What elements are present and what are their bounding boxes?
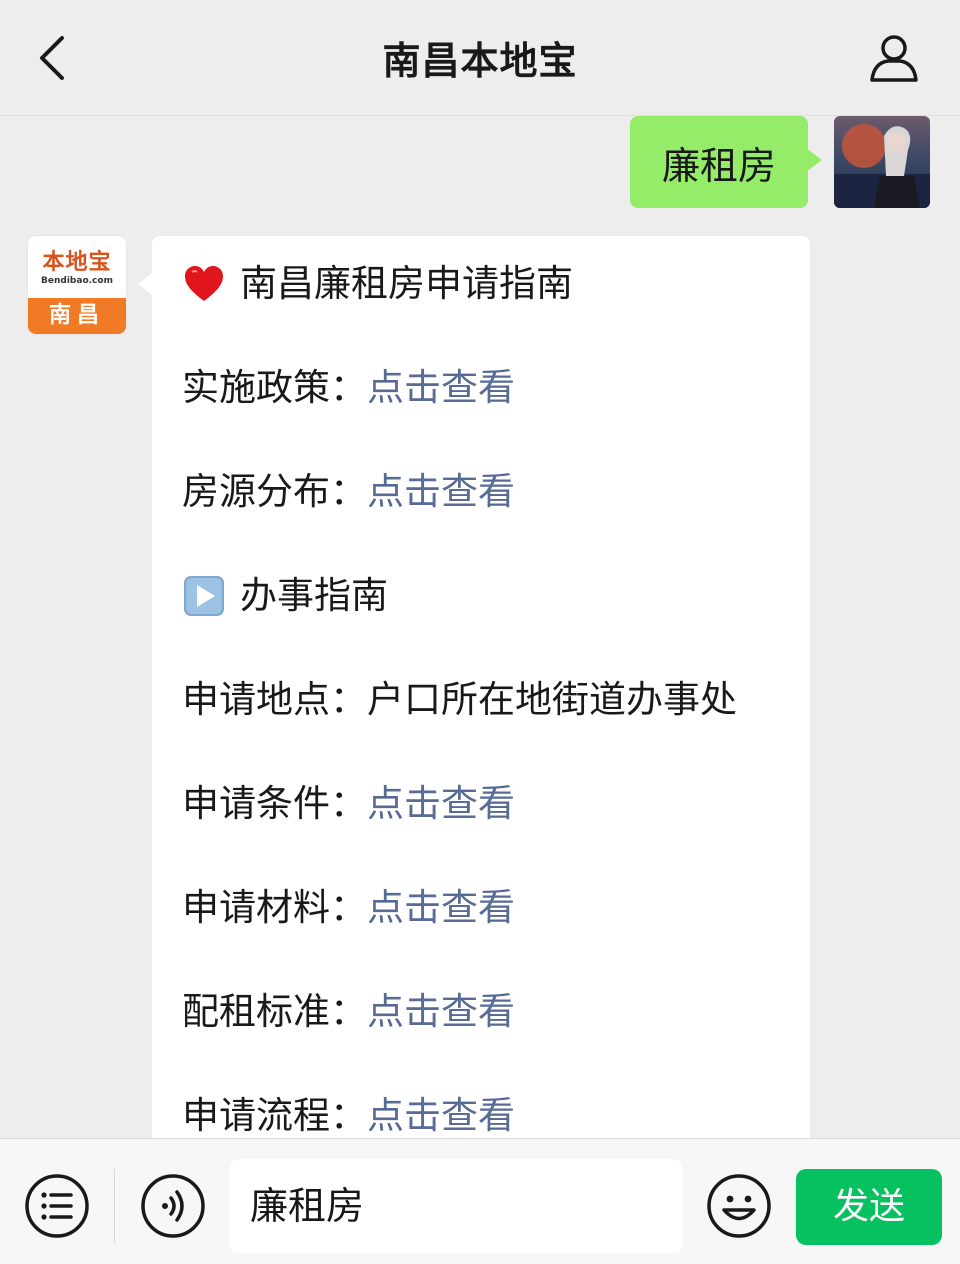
view-link-policy[interactable]: 点击查看	[367, 362, 515, 414]
logo-city: 南昌	[28, 298, 126, 334]
view-link-conditions[interactable]: 点击查看	[367, 778, 515, 830]
voice-icon	[141, 1174, 205, 1238]
chat-header: 南昌本地宝	[0, 0, 960, 116]
view-link-process[interactable]: 点击查看	[367, 1090, 515, 1138]
view-link-materials[interactable]: 点击查看	[367, 882, 515, 934]
logo-text: 本地宝	[42, 250, 112, 275]
row-label: 配租标准：	[182, 990, 367, 1033]
sent-message-text: 廉租房	[661, 143, 776, 188]
view-link-distribution[interactable]: 点击查看	[367, 466, 515, 518]
row-label: 申请条件：	[182, 782, 367, 825]
sent-message-bubble[interactable]: 廉租房	[630, 116, 822, 208]
voice-button[interactable]	[140, 1173, 206, 1239]
list-item-conditions: 申请条件： 点击查看	[182, 778, 810, 882]
menu-button[interactable]	[24, 1173, 90, 1239]
location-value: 户口所在地街道办事处	[367, 678, 737, 721]
row-label: 申请地点：	[182, 678, 367, 721]
send-button[interactable]: 发送	[796, 1169, 942, 1245]
heart-emoji-icon	[182, 262, 226, 306]
play-button-emoji-icon	[182, 574, 226, 618]
person-icon	[870, 35, 918, 82]
input-bar: 廉租房 发送	[0, 1138, 960, 1264]
section-guide-title: 办事指南	[240, 574, 388, 617]
list-item-housing-distribution: 房源分布： 点击查看	[182, 466, 810, 570]
view-link-rent-standard[interactable]: 点击查看	[367, 986, 515, 1038]
list-item-rent-standard: 配租标准： 点击查看	[182, 986, 810, 1090]
list-item-process: 申请流程： 点击查看	[182, 1090, 810, 1138]
avatar-image	[834, 124, 930, 208]
list-item-policy: 实施政策： 点击查看	[182, 362, 810, 466]
emoji-button[interactable]	[706, 1173, 772, 1239]
row-label: 房源分布：	[182, 470, 367, 513]
reply-title: 南昌廉租房申请指南	[240, 262, 573, 305]
reply-title-row: 南昌廉租房申请指南	[182, 258, 810, 362]
divider	[114, 1169, 115, 1243]
smiley-icon	[707, 1174, 771, 1238]
logo-subtext: Bendibao.com	[41, 276, 113, 286]
chat-area[interactable]: 廉租房 本地宝 Bendibao.com 南昌 南昌廉租房申请指南 实施政策： …	[0, 116, 960, 1138]
bendibao-avatar[interactable]: 本地宝 Bendibao.com 南昌	[28, 236, 126, 334]
reply-message-bubble: 南昌廉租房申请指南 实施政策： 点击查看 房源分布： 点击查看 办事指南 申请地…	[138, 236, 810, 1138]
row-label: 申请流程：	[182, 1094, 367, 1137]
section-guide-row: 办事指南	[182, 570, 810, 674]
row-label: 申请材料：	[182, 886, 367, 929]
list-menu-icon	[25, 1174, 89, 1238]
row-label: 实施政策：	[182, 366, 367, 409]
profile-button[interactable]	[866, 30, 922, 86]
list-item-location: 申请地点： 户口所在地街道办事处	[182, 674, 810, 778]
list-item-materials: 申请材料： 点击查看	[182, 882, 810, 986]
chat-title: 南昌本地宝	[382, 39, 578, 83]
message-input[interactable]: 廉租房	[230, 1159, 682, 1253]
my-avatar[interactable]	[834, 116, 930, 208]
